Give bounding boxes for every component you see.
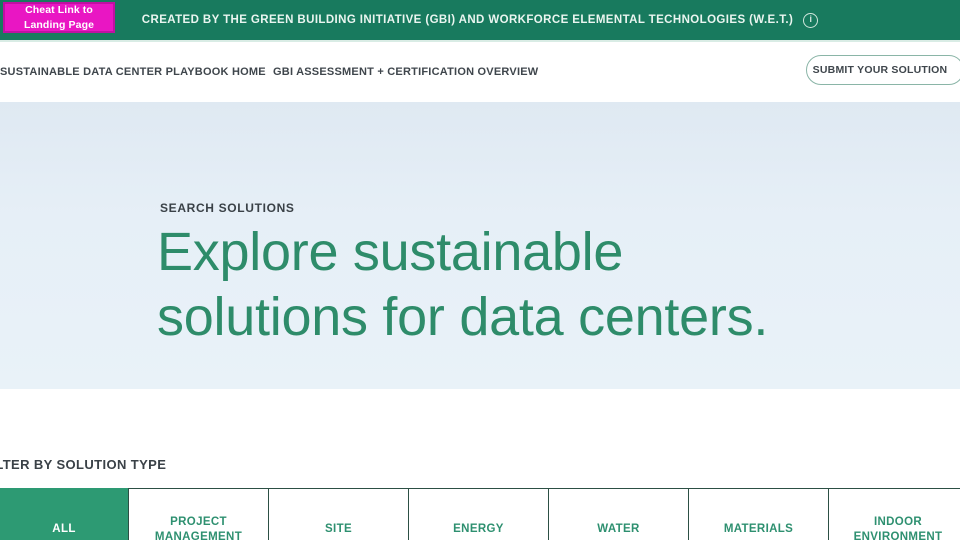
tab-materials[interactable]: MATERIALS bbox=[688, 488, 828, 540]
banner-credit: CREATED BY THE GREEN BUILDING INITIATIVE… bbox=[141, 12, 819, 28]
top-banner: Cheat Link to Landing Page CREATED BY TH… bbox=[0, 0, 960, 40]
info-icon[interactable]: i bbox=[803, 12, 819, 28]
tab-site[interactable]: SITE bbox=[268, 488, 408, 540]
nav-item-gbi-overview[interactable]: GBI ASSESSMENT + CERTIFICATION OVERVIEW bbox=[273, 42, 538, 102]
nav-item-playbook-home[interactable]: SUSTAINABLE DATA CENTER PLAYBOOK HOME bbox=[0, 42, 266, 102]
main-nav: SUSTAINABLE DATA CENTER PLAYBOOK HOME GB… bbox=[0, 42, 960, 102]
tab-indoor-environment[interactable]: INDOOR ENVIRONMENT bbox=[828, 488, 960, 540]
cheat-link-button[interactable]: Cheat Link to Landing Page bbox=[3, 2, 115, 33]
hero-section: SEARCH SOLUTIONS Explore sustainable sol… bbox=[0, 102, 960, 389]
tab-all[interactable]: ALL bbox=[0, 488, 128, 540]
filter-by-solution-type-label: FILTER BY SOLUTION TYPE bbox=[0, 457, 167, 472]
submit-your-solution-button[interactable]: SUBMIT YOUR SOLUTION bbox=[806, 55, 960, 85]
tab-water[interactable]: WATER bbox=[548, 488, 688, 540]
tab-project-management[interactable]: PROJECT MANAGEMENT bbox=[128, 488, 268, 540]
tab-energy[interactable]: ENERGY bbox=[408, 488, 548, 540]
hero-heading: Explore sustainable solutions for data c… bbox=[157, 220, 768, 350]
hero-heading-line-1: Explore sustainable bbox=[157, 222, 624, 282]
solution-type-tab-row: ALL PROJECT MANAGEMENT SITE ENERGY WATER… bbox=[0, 488, 960, 540]
search-solutions-label: SEARCH SOLUTIONS bbox=[160, 201, 295, 215]
hero-heading-line-2: solutions for data centers. bbox=[157, 287, 769, 347]
banner-credit-text: CREATED BY THE GREEN BUILDING INITIATIVE… bbox=[141, 14, 794, 26]
